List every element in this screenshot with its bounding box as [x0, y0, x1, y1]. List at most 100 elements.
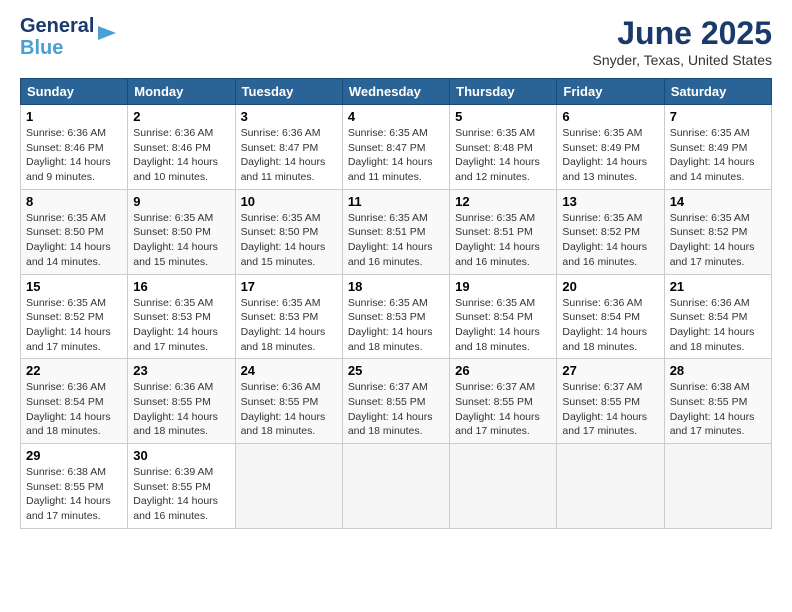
day-number: 9	[133, 194, 229, 209]
day-info: Sunrise: 6:35 AMSunset: 8:47 PMDaylight:…	[348, 126, 444, 185]
calendar-week-row: 1 Sunrise: 6:36 AMSunset: 8:46 PMDaylight…	[21, 105, 772, 190]
day-info: Sunrise: 6:36 AMSunset: 8:54 PMDaylight:…	[670, 296, 766, 355]
table-row: 17Sunrise: 6:35 AMSunset: 8:53 PMDayligh…	[235, 274, 342, 359]
col-thursday: Thursday	[450, 79, 557, 105]
day-info: Sunrise: 6:35 AMSunset: 8:52 PMDaylight:…	[26, 296, 122, 355]
logo: GeneralBlue	[20, 15, 118, 59]
table-row: 8Sunrise: 6:35 AMSunset: 8:50 PMDaylight…	[21, 189, 128, 274]
day-number: 1	[26, 109, 122, 124]
table-row: 14 Sunrise: 6:35 AMSunset: 8:52 PMDayligh…	[664, 189, 771, 274]
table-row	[557, 444, 664, 529]
table-row	[664, 444, 771, 529]
day-info: Sunrise: 6:37 AMSunset: 8:55 PMDaylight:…	[348, 380, 444, 439]
table-row: 10 Sunrise: 6:35 AMSunset: 8:50 PMDayligh…	[235, 189, 342, 274]
table-row: 6 Sunrise: 6:35 AMSunset: 8:49 PMDaylight…	[557, 105, 664, 190]
day-info: Sunrise: 6:39 AMSunset: 8:55 PMDaylight:…	[133, 465, 229, 524]
calendar-week-row: 8Sunrise: 6:35 AMSunset: 8:50 PMDaylight…	[21, 189, 772, 274]
day-info: Sunrise: 6:36 AMSunset: 8:55 PMDaylight:…	[133, 380, 229, 439]
day-number: 14	[670, 194, 766, 209]
table-row: 11 Sunrise: 6:35 AMSunset: 8:51 PMDayligh…	[342, 189, 449, 274]
day-info: Sunrise: 6:35 AMSunset: 8:49 PMDaylight:…	[562, 126, 658, 185]
day-number: 22	[26, 363, 122, 378]
page-header: GeneralBlue June 2025 Snyder, Texas, Uni…	[20, 15, 772, 68]
table-row: 25 Sunrise: 6:37 AMSunset: 8:55 PMDayligh…	[342, 359, 449, 444]
day-number: 7	[670, 109, 766, 124]
table-row: 21 Sunrise: 6:36 AMSunset: 8:54 PMDayligh…	[664, 274, 771, 359]
table-row: 20Sunrise: 6:36 AMSunset: 8:54 PMDayligh…	[557, 274, 664, 359]
table-row: 15Sunrise: 6:35 AMSunset: 8:52 PMDayligh…	[21, 274, 128, 359]
day-number: 12	[455, 194, 551, 209]
table-row: 12 Sunrise: 6:35 AMSunset: 8:51 PMDayligh…	[450, 189, 557, 274]
table-row: 13Sunrise: 6:35 AMSunset: 8:52 PMDayligh…	[557, 189, 664, 274]
calendar-table: Sunday Monday Tuesday Wednesday Thursday…	[20, 78, 772, 529]
col-monday: Monday	[128, 79, 235, 105]
col-tuesday: Tuesday	[235, 79, 342, 105]
day-number: 20	[562, 279, 658, 294]
table-row: 28 Sunrise: 6:38 AMSunset: 8:55 PMDayligh…	[664, 359, 771, 444]
day-info: Sunrise: 6:35 AMSunset: 8:54 PMDaylight:…	[455, 296, 551, 355]
day-info: Sunrise: 6:37 AMSunset: 8:55 PMDaylight:…	[455, 380, 551, 439]
day-info: Sunrise: 6:35 AMSunset: 8:52 PMDaylight:…	[670, 211, 766, 270]
calendar-week-row: 22 Sunrise: 6:36 AMSunset: 8:54 PMDayligh…	[21, 359, 772, 444]
day-number: 27	[562, 363, 658, 378]
day-number: 4	[348, 109, 444, 124]
table-row: 27Sunrise: 6:37 AMSunset: 8:55 PMDayligh…	[557, 359, 664, 444]
day-info: Sunrise: 6:35 AMSunset: 8:50 PMDaylight:…	[241, 211, 337, 270]
day-number: 2	[133, 109, 229, 124]
table-row: 26 Sunrise: 6:37 AMSunset: 8:55 PMDayligh…	[450, 359, 557, 444]
day-info: Sunrise: 6:36 AMSunset: 8:54 PMDaylight:…	[26, 380, 122, 439]
day-info: Sunrise: 6:36 AMSunset: 8:46 PMDaylight:…	[133, 126, 229, 185]
table-row: 22 Sunrise: 6:36 AMSunset: 8:54 PMDayligh…	[21, 359, 128, 444]
table-row	[450, 444, 557, 529]
day-number: 10	[241, 194, 337, 209]
day-number: 16	[133, 279, 229, 294]
day-number: 18	[348, 279, 444, 294]
day-info: Sunrise: 6:35 AMSunset: 8:50 PMDaylight:…	[133, 211, 229, 270]
day-number: 6	[562, 109, 658, 124]
day-info: Sunrise: 6:35 AMSunset: 8:52 PMDaylight:…	[562, 211, 658, 270]
calendar-header-row: Sunday Monday Tuesday Wednesday Thursday…	[21, 79, 772, 105]
day-number: 11	[348, 194, 444, 209]
table-row: 5Sunrise: 6:35 AMSunset: 8:48 PMDaylight…	[450, 105, 557, 190]
logo-text: GeneralBlue	[20, 15, 94, 59]
day-number: 3	[241, 109, 337, 124]
day-number: 28	[670, 363, 766, 378]
table-row: 2 Sunrise: 6:36 AMSunset: 8:46 PMDaylight…	[128, 105, 235, 190]
day-info: Sunrise: 6:35 AMSunset: 8:48 PMDaylight:…	[455, 126, 551, 185]
day-info: Sunrise: 6:35 AMSunset: 8:49 PMDaylight:…	[670, 126, 766, 185]
day-info: Sunrise: 6:35 AMSunset: 8:53 PMDaylight:…	[133, 296, 229, 355]
table-row: 18 Sunrise: 6:35 AMSunset: 8:53 PMDayligh…	[342, 274, 449, 359]
calendar-week-row: 15Sunrise: 6:35 AMSunset: 8:52 PMDayligh…	[21, 274, 772, 359]
day-info: Sunrise: 6:36 AMSunset: 8:55 PMDaylight:…	[241, 380, 337, 439]
table-row: 1Sunrise: 6:36 AMSunset: 8:46 PMDaylight…	[21, 105, 128, 190]
location: Snyder, Texas, United States	[592, 52, 772, 68]
page-container: GeneralBlue June 2025 Snyder, Texas, Uni…	[0, 0, 792, 539]
day-number: 30	[133, 448, 229, 463]
table-row	[342, 444, 449, 529]
day-number: 19	[455, 279, 551, 294]
title-block: June 2025 Snyder, Texas, United States	[592, 15, 772, 68]
col-friday: Friday	[557, 79, 664, 105]
day-info: Sunrise: 6:38 AMSunset: 8:55 PMDaylight:…	[26, 465, 122, 524]
day-number: 26	[455, 363, 551, 378]
calendar-week-row: 29 Sunrise: 6:38 AMSunset: 8:55 PMDayligh…	[21, 444, 772, 529]
day-number: 29	[26, 448, 122, 463]
day-info: Sunrise: 6:35 AMSunset: 8:53 PMDaylight:…	[348, 296, 444, 355]
day-info: Sunrise: 6:35 AMSunset: 8:51 PMDaylight:…	[348, 211, 444, 270]
day-number: 21	[670, 279, 766, 294]
day-number: 23	[133, 363, 229, 378]
logo-arrow-icon	[96, 22, 118, 44]
col-sunday: Sunday	[21, 79, 128, 105]
table-row	[235, 444, 342, 529]
day-number: 25	[348, 363, 444, 378]
table-row: 7 Sunrise: 6:35 AMSunset: 8:49 PMDaylight…	[664, 105, 771, 190]
table-row: 30 Sunrise: 6:39 AMSunset: 8:55 PMDayligh…	[128, 444, 235, 529]
col-saturday: Saturday	[664, 79, 771, 105]
table-row: 3Sunrise: 6:36 AMSunset: 8:47 PMDaylight…	[235, 105, 342, 190]
table-row: 4 Sunrise: 6:35 AMSunset: 8:47 PMDaylight…	[342, 105, 449, 190]
day-number: 24	[241, 363, 337, 378]
table-row: 24 Sunrise: 6:36 AMSunset: 8:55 PMDayligh…	[235, 359, 342, 444]
day-info: Sunrise: 6:35 AMSunset: 8:51 PMDaylight:…	[455, 211, 551, 270]
table-row: 19 Sunrise: 6:35 AMSunset: 8:54 PMDayligh…	[450, 274, 557, 359]
day-info: Sunrise: 6:38 AMSunset: 8:55 PMDaylight:…	[670, 380, 766, 439]
